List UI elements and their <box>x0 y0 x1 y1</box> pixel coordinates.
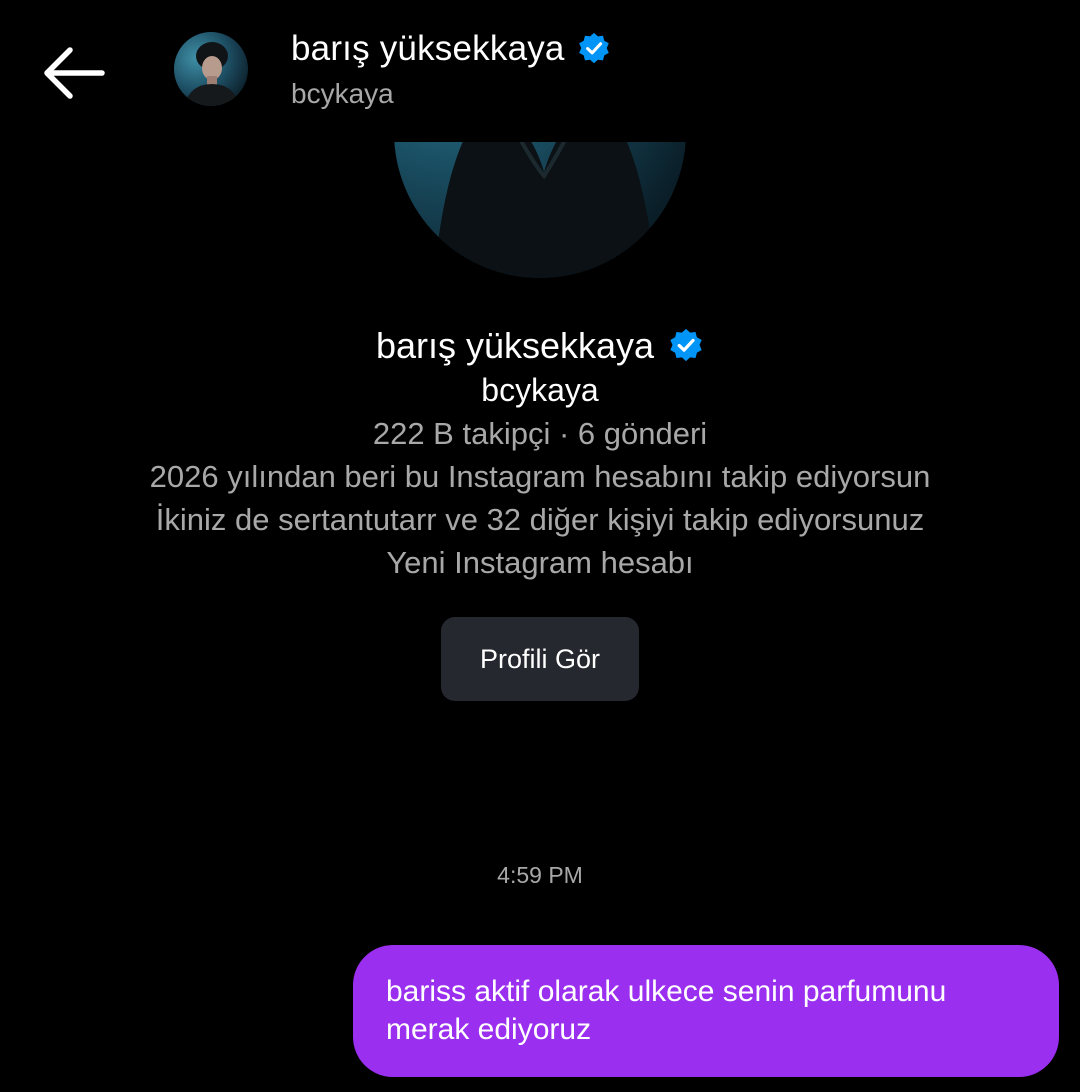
profile-name: barış yüksekkaya <box>375 325 655 366</box>
verified-badge-icon <box>668 328 704 364</box>
profile-username: bcykaya <box>481 372 599 408</box>
header-username: bcykaya <box>291 78 394 109</box>
profile-name-row: barış yüksekkaya <box>0 322 1080 370</box>
profile-stats: 222 B takipçi · 6 gönderi <box>372 416 708 451</box>
header-name: barış yüksekkaya <box>291 29 565 68</box>
avatar-image <box>174 32 248 106</box>
verified-badge-icon <box>577 32 611 66</box>
view-profile-button[interactable]: Profili Gör <box>441 617 639 701</box>
follow-since-text: 2026 yılından beri bu Instagram hesabını… <box>149 459 931 494</box>
back-button[interactable] <box>36 38 110 108</box>
header-avatar[interactable] <box>174 32 248 106</box>
header-title[interactable]: barış yüksekkaya <box>291 26 611 72</box>
message-timestamp: 4:59 PM <box>497 862 583 888</box>
arrow-left-icon <box>44 47 105 99</box>
outgoing-message-bubble[interactable]: bariss aktif olarak ulkece senin parfumu… <box>353 945 1059 1077</box>
account-note: Yeni Instagram hesabı <box>386 545 694 580</box>
message-text: bariss aktif olarak ulkece senin parfumu… <box>386 975 947 1046</box>
mutual-followers-text: İkiniz de sertantutarr ve 32 diğer kişiy… <box>155 502 925 537</box>
chat-header: barış yüksekkaya bcykaya <box>0 0 1080 142</box>
